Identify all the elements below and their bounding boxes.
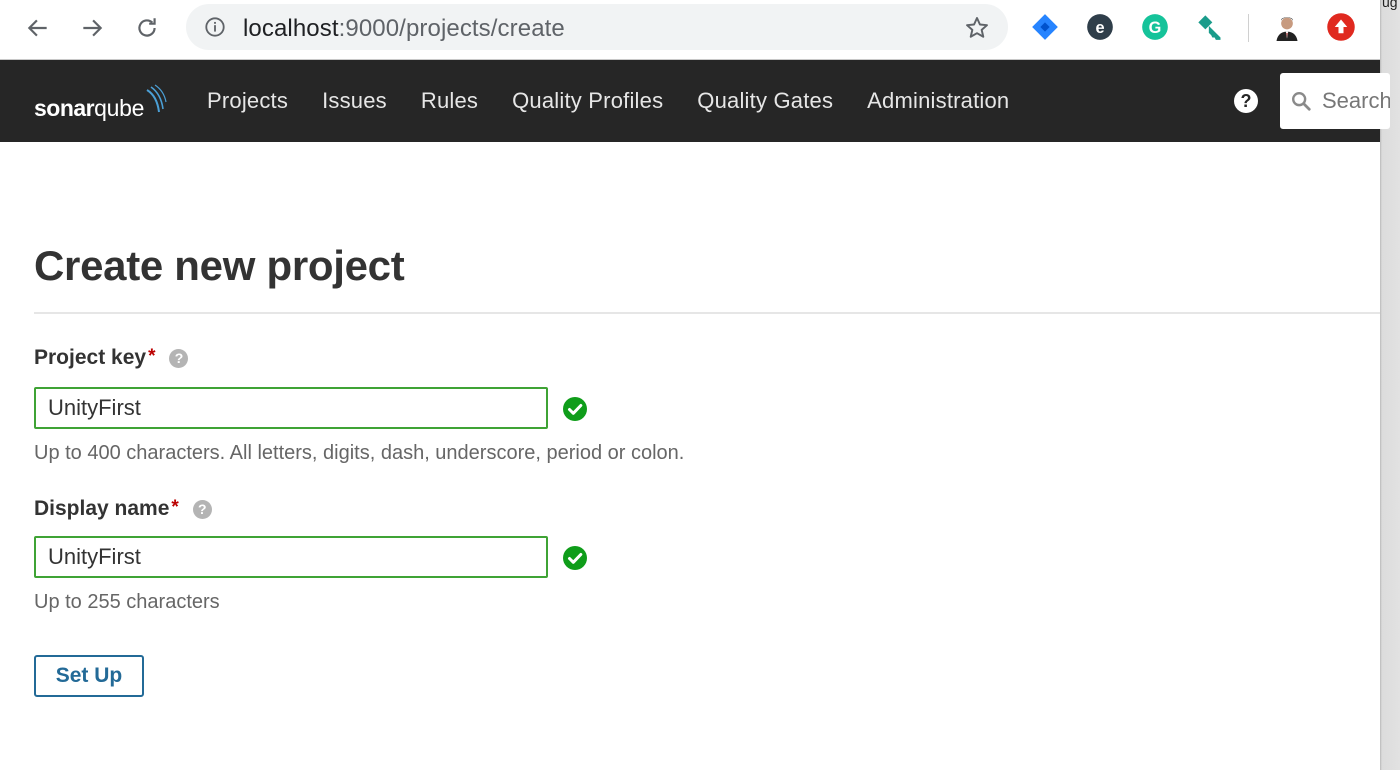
nav-administration[interactable]: Administration — [850, 88, 1026, 114]
url-path: :9000/projects/create — [338, 15, 565, 42]
toolbar-separator — [1248, 14, 1249, 42]
profile-avatar[interactable] — [1272, 12, 1302, 42]
help-question-icon[interactable]: ? — [192, 499, 212, 519]
valid-check-icon — [563, 546, 587, 570]
display-name-input[interactable] — [34, 536, 548, 578]
nav-projects[interactable]: Projects — [190, 88, 305, 114]
arrow-left-icon — [27, 19, 47, 37]
key-extension-icon[interactable] — [1195, 12, 1225, 42]
nav-quality-gates[interactable]: Quality Gates — [680, 88, 850, 114]
display-name-hint: Up to 255 characters — [34, 591, 220, 613]
bookmark-star-icon[interactable] — [964, 15, 990, 41]
page-title: Create new project — [34, 242, 405, 289]
logo-text-bold: sonar — [34, 95, 95, 121]
nav-quality-profiles[interactable]: Quality Profiles — [495, 88, 680, 114]
required-asterisk: * — [171, 497, 179, 518]
nav-rules[interactable]: Rules — [404, 88, 495, 114]
valid-check-icon — [563, 397, 587, 421]
global-search[interactable] — [1280, 73, 1390, 129]
address-bar[interactable]: localhost:9000/projects/create — [186, 4, 1008, 50]
upload-extension-icon[interactable] — [1326, 12, 1356, 42]
arrow-right-icon — [83, 19, 103, 37]
evernote-extension-icon[interactable]: e — [1085, 12, 1115, 42]
required-asterisk: * — [148, 346, 156, 367]
url-text[interactable]: localhost:9000/projects/create — [243, 15, 565, 43]
forward-button[interactable] — [76, 12, 108, 44]
search-icon — [1292, 92, 1311, 111]
help-question-icon[interactable]: ? — [169, 348, 189, 368]
url-host: localhost — [243, 15, 339, 42]
project-key-label: Project key * ? — [34, 346, 189, 370]
display-name-label: Display name * ? — [34, 497, 212, 521]
search-input[interactable] — [1322, 85, 1390, 117]
grammarly-extension-icon[interactable]: G — [1140, 12, 1170, 42]
svg-text:e: e — [1095, 19, 1104, 37]
help-icon[interactable]: ? — [1234, 89, 1258, 113]
clipped-text-fragment: ug — [1382, 0, 1398, 10]
display-name-label-text: Display name — [34, 497, 170, 520]
jira-extension-icon[interactable] — [1030, 12, 1060, 42]
browser-toolbar: localhost:9000/projects/create e G — [0, 0, 1380, 60]
title-divider — [34, 312, 1380, 314]
sonarqube-logo[interactable]: sonar qube — [34, 84, 167, 122]
reload-button[interactable] — [131, 12, 163, 44]
reload-icon — [138, 18, 156, 37]
project-key-input[interactable] — [34, 387, 548, 429]
sonarqube-navbar: sonar qube Projects Issues Rules Quality … — [0, 60, 1380, 142]
nav-issues[interactable]: Issues — [305, 88, 404, 114]
sonar-waves-icon — [146, 84, 167, 113]
svg-text:G: G — [1149, 19, 1162, 37]
main-menu: Projects Issues Rules Quality Profiles Q… — [190, 60, 1026, 142]
project-key-label-text: Project key — [34, 346, 147, 369]
project-key-hint: Up to 400 characters. All letters, digit… — [34, 442, 685, 464]
info-icon[interactable] — [204, 16, 226, 38]
logo-text-light: qube — [94, 95, 145, 121]
back-button[interactable] — [22, 12, 54, 44]
set-up-button[interactable]: Set Up — [34, 655, 144, 697]
